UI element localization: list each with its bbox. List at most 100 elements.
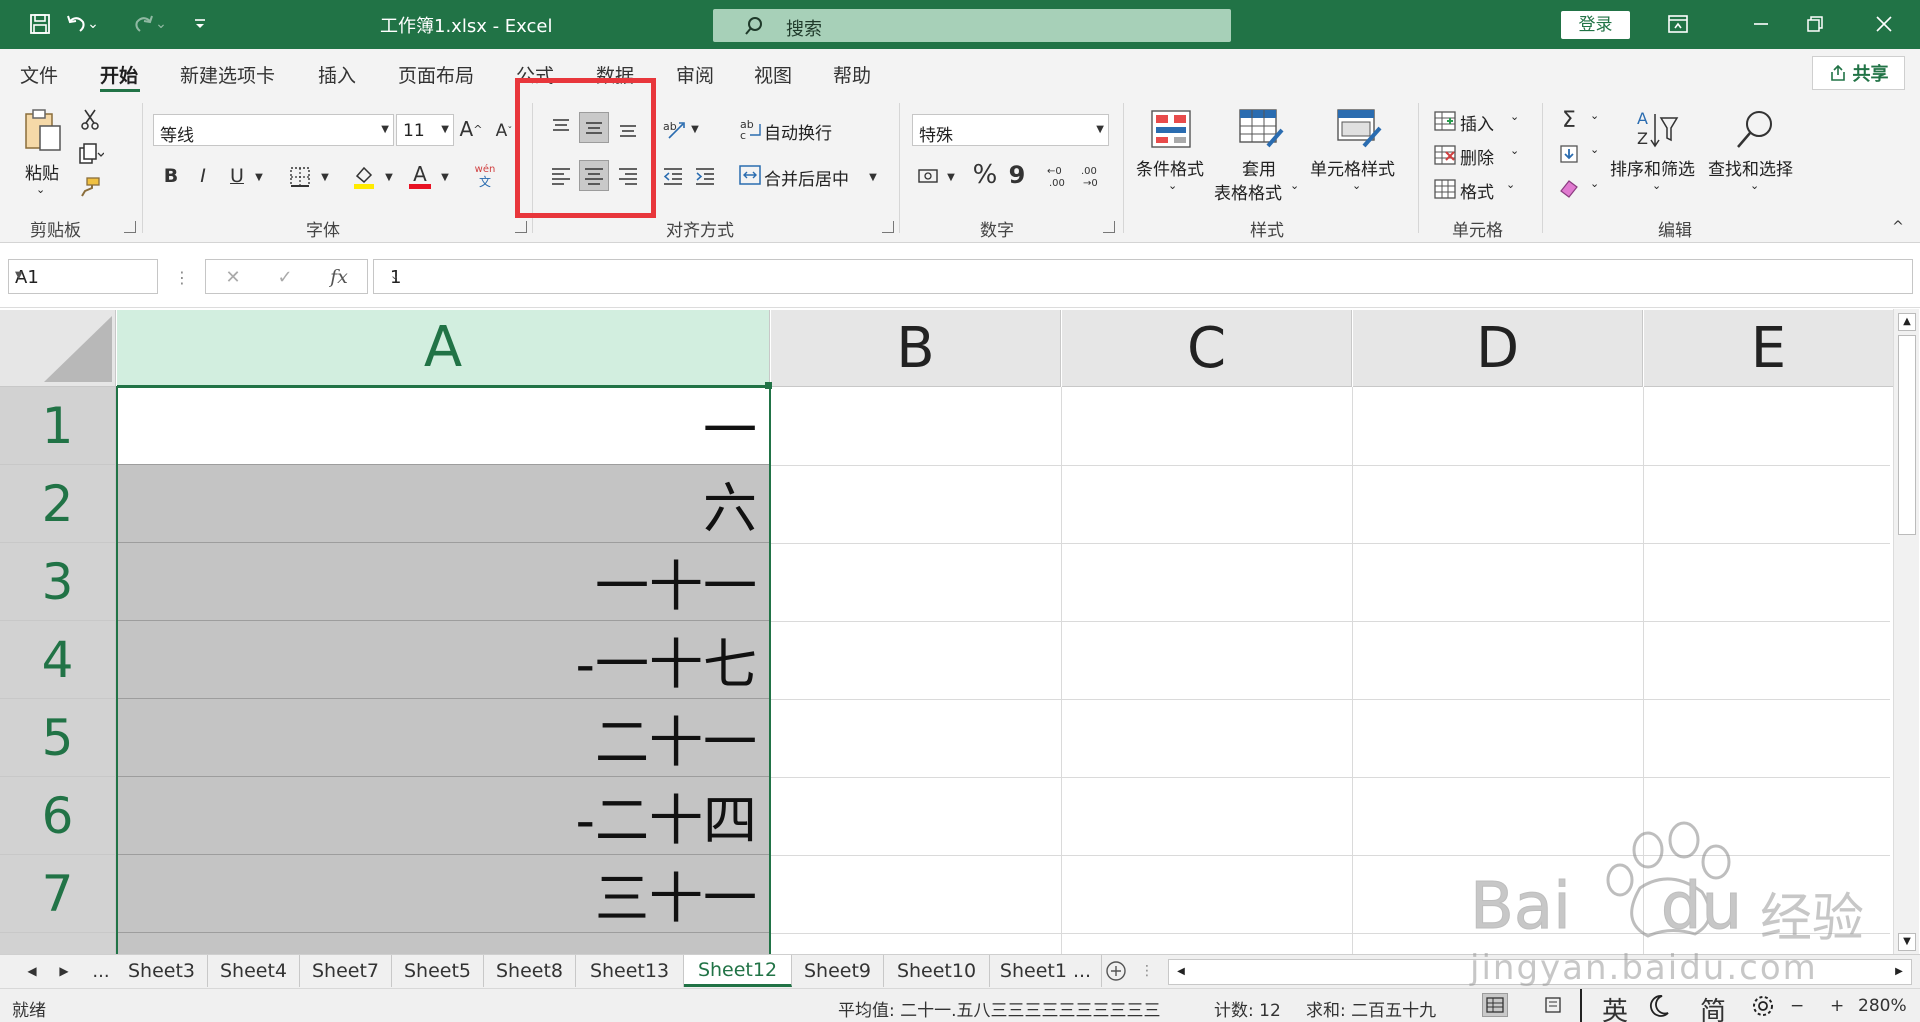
accounting-dropdown-icon[interactable]: ▼: [944, 165, 958, 189]
format-cells-dropdown-icon[interactable]: ⌄: [1506, 178, 1515, 191]
merge-center-icon[interactable]: [736, 161, 764, 189]
tab-help[interactable]: 帮助: [833, 61, 871, 88]
font-color-icon[interactable]: A: [406, 161, 434, 191]
fill-dropdown-icon[interactable]: ⌄: [1590, 143, 1599, 156]
scroll-down-icon[interactable]: ▼: [1898, 933, 1916, 951]
sheet-tab[interactable]: Sheet1 ...: [990, 955, 1102, 987]
cell-styles-label[interactable]: 单元格样式: [1310, 155, 1395, 180]
fill-color-dropdown-icon[interactable]: ▼: [382, 165, 396, 189]
search-box[interactable]: 搜索: [713, 9, 1231, 42]
row-header[interactable]: 6: [0, 777, 116, 855]
tab-page-layout[interactable]: 页面布局: [398, 61, 474, 88]
normal-view-icon[interactable]: [1482, 993, 1508, 1017]
number-format-select[interactable]: 特殊 ▼: [912, 114, 1109, 146]
expand-formula-icon[interactable]: ⌄: [390, 269, 1906, 282]
sheet-tab[interactable]: Sheet5: [392, 955, 484, 987]
confirm-icon[interactable]: ✓: [272, 264, 298, 290]
format-as-table-dropdown-icon[interactable]: ⌄: [1290, 179, 1299, 192]
format-as-table-label-1[interactable]: 套用: [1242, 155, 1276, 180]
row-header[interactable]: 4: [0, 621, 116, 699]
wrap-text-icon[interactable]: ab c: [738, 115, 766, 143]
tab-new-tab[interactable]: 新建选项卡: [180, 61, 275, 88]
insert-function-icon[interactable]: fx: [324, 264, 354, 290]
autosum-dropdown-icon[interactable]: ⌄: [1590, 109, 1599, 122]
comma-style-button[interactable]: 9: [1004, 159, 1030, 191]
ime-language-toggle[interactable]: 英: [1602, 991, 1628, 1022]
font-size-select[interactable]: 11 ▼: [396, 114, 454, 146]
settings-gear-icon[interactable]: [1748, 991, 1778, 1021]
clipboard-dialog-launcher-icon[interactable]: [124, 221, 136, 233]
font-dialog-launcher-icon[interactable]: [515, 221, 527, 233]
vertical-scrollbar[interactable]: ▲ ▼: [1893, 309, 1919, 955]
sheet-tab[interactable]: Sheet10: [884, 955, 990, 987]
fill-icon[interactable]: [1556, 141, 1582, 167]
conditional-formatting-label[interactable]: 条件格式: [1136, 155, 1204, 180]
find-select-dropdown-icon[interactable]: ⌄: [1750, 179, 1759, 192]
next-sheet-icon[interactable]: ▶: [54, 959, 74, 983]
merge-dropdown-icon[interactable]: ▼: [866, 165, 880, 189]
scroll-up-icon[interactable]: ▲: [1898, 313, 1916, 331]
cell-a1[interactable]: 一: [117, 387, 770, 465]
customize-quick-access-icon[interactable]: [186, 10, 214, 38]
zoom-level[interactable]: 280%: [1858, 996, 1907, 1016]
cell-a3[interactable]: 一十一: [117, 543, 770, 621]
delete-cells-dropdown-icon[interactable]: ⌄: [1510, 144, 1519, 157]
sheet-tab-active[interactable]: Sheet12: [684, 955, 792, 987]
insert-cells-dropdown-icon[interactable]: ⌄: [1510, 110, 1519, 123]
cell-a2[interactable]: 六: [117, 465, 770, 543]
copy-icon[interactable]: [76, 142, 106, 166]
sheet-tab[interactable]: Sheet13: [576, 955, 684, 987]
autosum-icon[interactable]: Σ: [1556, 107, 1582, 133]
fill-color-icon[interactable]: [350, 163, 378, 191]
cut-icon[interactable]: [78, 107, 102, 131]
borders-icon[interactable]: [286, 163, 314, 191]
find-select-label[interactable]: 查找和选择: [1708, 155, 1793, 180]
increase-decimal-icon[interactable]: ←0.00: [1044, 161, 1074, 191]
row-header[interactable]: 7: [0, 855, 116, 933]
cell-a6[interactable]: -二十四: [117, 777, 770, 855]
bold-button[interactable]: B: [158, 163, 184, 189]
more-options-icon[interactable]: ⋮: [172, 263, 192, 291]
collapse-ribbon-icon[interactable]: ^: [1888, 217, 1908, 237]
select-all-corner[interactable]: [0, 310, 116, 387]
minimize-icon[interactable]: [1747, 10, 1775, 38]
paste-dropdown-icon[interactable]: ⌄: [36, 183, 45, 196]
paste-label[interactable]: 粘贴: [25, 159, 59, 184]
tab-insert[interactable]: 插入: [318, 61, 356, 88]
tab-home[interactable]: 开始: [100, 61, 138, 88]
sheet-tab[interactable]: Sheet9: [792, 955, 884, 987]
format-cells-icon[interactable]: [1432, 177, 1458, 201]
cancel-icon[interactable]: ✕: [220, 264, 246, 290]
sheet-tab[interactable]: Sheet8: [484, 955, 576, 987]
tab-file[interactable]: 文件: [20, 61, 58, 88]
formula-input[interactable]: 1 ⌄: [373, 259, 1913, 294]
format-cells-label[interactable]: 格式: [1460, 178, 1494, 203]
wrap-text-label[interactable]: 自动换行: [764, 119, 832, 144]
cell-a5[interactable]: 二十一: [117, 699, 770, 777]
zoom-out-button[interactable]: −: [1790, 996, 1804, 1016]
format-as-table-icon[interactable]: [1236, 107, 1286, 151]
decrease-decimal-icon[interactable]: .00 →0: [1078, 161, 1108, 191]
underline-button[interactable]: U: [224, 163, 250, 189]
alignment-dialog-launcher-icon[interactable]: [882, 221, 894, 233]
orientation-icon[interactable]: ab: [660, 113, 690, 143]
accounting-format-icon[interactable]: [914, 161, 944, 191]
sheet-tab[interactable]: Sheet7: [300, 955, 392, 987]
clear-icon[interactable]: [1556, 175, 1582, 201]
fill-handle[interactable]: [765, 382, 772, 389]
restore-icon[interactable]: [1801, 10, 1829, 38]
row-header-partial[interactable]: [0, 933, 116, 954]
prev-sheet-icon[interactable]: ◀: [22, 959, 42, 983]
column-header-b[interactable]: B: [771, 310, 1061, 387]
phonetic-guide-icon[interactable]: wén 文: [470, 161, 500, 191]
column-header-a[interactable]: A: [117, 310, 770, 387]
paste-icon[interactable]: [20, 107, 66, 155]
cell-a4[interactable]: -一十七: [117, 621, 770, 699]
delete-cells-label[interactable]: 删除: [1460, 144, 1494, 169]
add-sheet-icon[interactable]: [1104, 959, 1128, 983]
decrease-indent-icon[interactable]: [658, 161, 688, 191]
close-icon[interactable]: [1870, 10, 1898, 38]
moon-icon[interactable]: [1646, 991, 1674, 1021]
share-button[interactable]: 共享: [1812, 56, 1905, 90]
page-layout-view-icon[interactable]: [1540, 993, 1566, 1017]
